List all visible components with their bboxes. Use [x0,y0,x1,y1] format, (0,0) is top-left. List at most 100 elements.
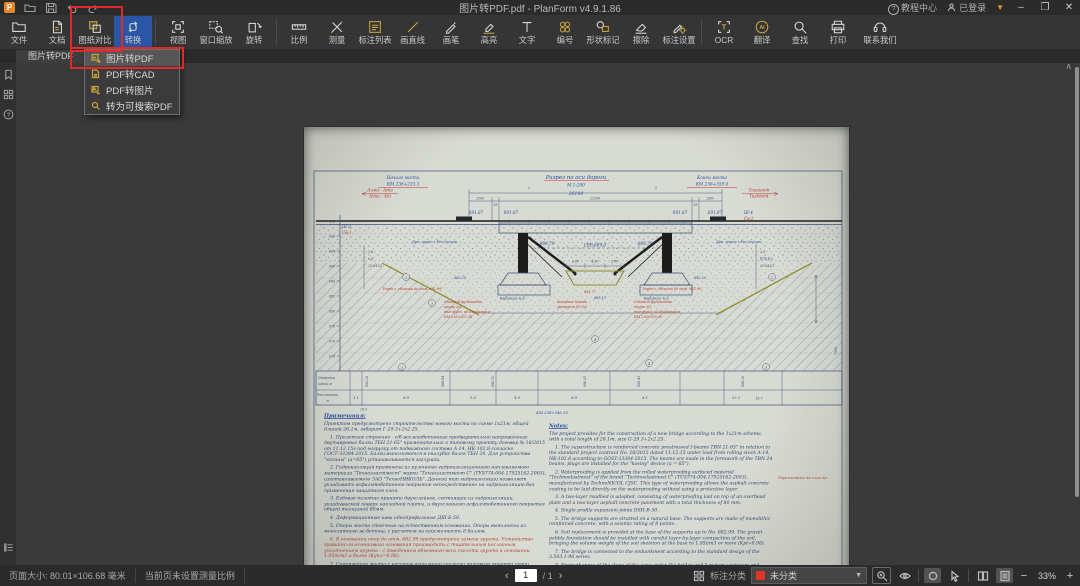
toolbar-button-highlight[interactable]: 高亮 [470,16,508,48]
svg-text:2: 2 [654,186,658,190]
toolbar-separator [701,19,702,45]
svg-text:691.87: 691.87 [469,210,484,215]
vertical-scrollbar[interactable] [1075,67,1079,497]
help-center-button[interactable]: ?教程中心 [888,1,937,15]
status-bar: 页面大小: 80.01×106.68 毫米 当前页未设置测量比例 ‹ 1 / 1… [0,565,1080,586]
toolbar-button-pen[interactable]: 画笔 [432,16,470,48]
category-dropdown[interactable]: 未分类 ▼ [751,567,867,584]
minimize-button[interactable]: – [1014,2,1028,13]
convert-icon [125,19,141,35]
page-total-label: / 1 [543,571,553,581]
toolbar-button-translate[interactable]: AI 翻译 [743,16,781,48]
visibility-button[interactable] [896,568,913,583]
zoom-out-button[interactable]: − [1018,570,1030,582]
toolbar-button-contact-us[interactable]: 联系我们 [857,16,903,48]
zoom-select-button[interactable] [872,567,891,584]
toolbar-button-drawing-compare[interactable]: 图纸对比 [76,16,114,48]
svg-text:3.80: 3.80 [611,260,618,264]
planform-app-window: { "titlebar": { "title": "图片转PDF.pdf - P… [0,0,1080,586]
compare-sheets-icon [87,19,103,35]
toolbar-button-document[interactable]: 文档 [38,16,76,48]
prev-page-button[interactable]: ‹ [505,570,509,582]
next-page-button[interactable]: › [559,570,563,582]
zoom-in-button[interactable]: + [1064,570,1076,582]
member-dropdown-icon[interactable]: ▼ [996,3,1004,12]
svg-text:4.9: 4.9 [513,396,520,400]
toolbar-button-shape-mark[interactable]: 形状标记 [584,16,622,48]
line-icon [405,19,421,35]
toolbar-button-rotate[interactable]: 旋转 [235,16,273,48]
two-page-view-button[interactable] [974,568,991,583]
zoom-level: 33% [1035,571,1059,581]
svg-text:682: 682 [329,295,335,299]
svg-text:691.87: 691.87 [708,210,723,215]
svg-text:55: 55 [693,203,697,207]
toolbar-button-draw-line[interactable]: 画直线 [394,16,432,48]
menu-item-pdf-to-cad[interactable]: PDF转CAD [85,66,179,82]
toolbar-button-find[interactable]: 查找 [781,16,819,48]
svg-text:Ташкент: Ташкент [749,188,770,193]
notes-en-header: Notes: [549,423,774,429]
thumbnails-icon[interactable] [3,89,14,100]
toolbar-button-view[interactable]: 视图 [159,16,197,48]
close-button[interactable]: ✕ [1062,2,1076,13]
toolbar-button-erase[interactable]: 擦除 [622,16,660,48]
image-to-pdf-icon [91,53,101,63]
toolbar-button-number[interactable]: 编号 [546,16,584,48]
menu-item-image-to-pdf[interactable]: 图片转PDF [85,50,179,66]
toolbar-button-print[interactable]: 打印 [819,16,857,48]
collapse-toolbar-icon[interactable]: ∧ [1065,63,1072,72]
svg-text:Ш-4: Ш-4 [743,210,753,215]
headset-icon [872,19,888,35]
toolbar-button-scale[interactable]: 比例 [280,16,318,48]
svg-text:Свайный фундамент: Свайный фундамент [444,300,482,304]
svg-text:М 1:200: М 1:200 [566,183,585,188]
toolbar-button-measure[interactable]: 测量 [318,16,356,48]
help-panel-icon[interactable]: ? [3,109,14,120]
menu-item-pdf-to-image[interactable]: PDF转图片 [85,82,179,98]
search-icon [792,19,808,35]
toolbar-button-annotation-settings[interactable]: 标注设置 [660,16,698,48]
svg-text:5.6: 5.6 [470,396,476,400]
single-page-view-button[interactable] [996,568,1013,583]
svg-text:8.9: 8.9 [571,396,577,400]
bookmark-icon[interactable] [3,69,14,80]
zoom-select-icon [876,570,888,582]
toolbar-button-file[interactable]: 文件 [0,16,38,48]
svg-text:690.20: 690.20 [365,376,369,387]
maximize-button[interactable]: ❐ [1038,2,1052,13]
page-number-input[interactable]: 1 [515,569,537,582]
svg-text:689.84: 689.84 [441,376,445,387]
document-canvas[interactable]: ∧ Разрез по оси до [16,63,1080,565]
document-tab[interactable]: 图片转PDF [16,49,85,63]
svg-text:23.2: 23.2 [731,396,741,400]
svg-text:Дрн. грунт с Рв=2м/сут: Дрн. грунт с Рв=2м/сут [715,240,761,244]
toolbar-button-annotation-list[interactable]: 标注列表 [356,16,394,48]
menu-item-searchable-pdf[interactable]: 转为可搜索PDF [85,98,179,114]
svg-text:тип фунд. по Кирдагорск: тип фунд. по Кирдагорск [444,310,491,314]
folder-icon [11,19,27,35]
toolbar-button-ocr[interactable]: OCR [705,16,743,48]
toolbar-button-convert[interactable]: 转换 [114,16,152,48]
svg-text:Отметки: Отметки [318,376,335,380]
svg-text:Tashkent: Tashkent [749,194,769,199]
annotation-panel-icon[interactable] [3,542,14,553]
svg-text:размером h0.5м: размером h0.5м [557,305,587,309]
searchable-pdf-icon [91,101,101,111]
pan-mode-button[interactable] [924,568,941,583]
svg-text:2.3: 2.3 [759,250,765,254]
svg-text:2.6: 2.6 [367,250,373,254]
statusbar-separator [968,569,969,582]
select-mode-button[interactable] [946,568,963,583]
login-status-button[interactable]: 已登录 [947,1,986,14]
text-icon [519,19,535,35]
svg-text:Св-2: Св-2 [744,216,754,221]
document-icon [49,19,65,35]
svg-text:690.43: 690.43 [637,376,641,387]
toolbar-button-window-zoom[interactable]: 窗口缩放 [197,16,235,48]
svg-text:Алма - Ата: Алма - Ата [366,188,393,193]
toolbar-button-text[interactable]: 文字 [508,16,546,48]
svg-text:686.55: 686.55 [583,376,587,387]
margin-note: Укрепленные на слое др. [778,476,844,481]
svg-text:?: ? [6,113,10,119]
